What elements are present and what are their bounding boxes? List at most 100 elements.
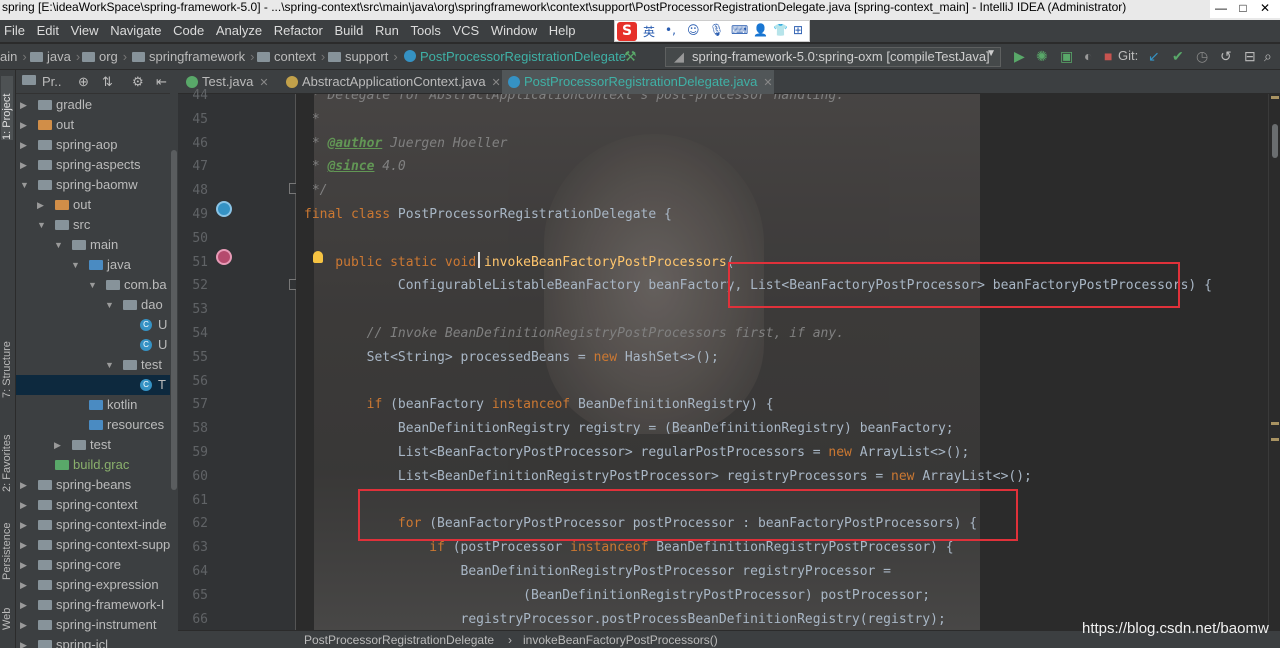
- vcs-update-icon[interactable]: ↙: [1148, 48, 1160, 65]
- menu-code[interactable]: Code: [169, 20, 208, 38]
- menu-build[interactable]: Build: [330, 20, 367, 38]
- debug-icon[interactable]: ✺: [1036, 48, 1048, 65]
- chevron-right-icon[interactable]: ▶: [20, 135, 27, 155]
- tree-item[interactable]: ▶ spring-beans: [16, 475, 178, 495]
- tree-item[interactable]: ▼ src: [16, 215, 178, 235]
- build-hammer-icon[interactable]: ⚒: [624, 48, 637, 65]
- chevron-right-icon[interactable]: ▶: [37, 195, 44, 215]
- chevron-right-icon[interactable]: ▶: [20, 155, 27, 175]
- tree-item[interactable]: ▼ java: [16, 255, 178, 275]
- run-configuration-select[interactable]: ◢ spring-framework-5.0:spring-oxm [compi…: [665, 47, 1001, 67]
- chevron-down-icon[interactable]: ▼: [20, 175, 29, 195]
- chevron-down-icon[interactable]: ▼: [37, 215, 46, 235]
- tool-tab-persistence[interactable]: Persistence: [1, 510, 13, 580]
- menu-view[interactable]: View: [67, 20, 103, 38]
- chevron-right-icon[interactable]: ▶: [20, 515, 27, 535]
- run-icon[interactable]: ▶: [1014, 48, 1025, 65]
- editor-right-scrollbar[interactable]: [1268, 94, 1280, 630]
- revert-icon[interactable]: ↺: [1220, 48, 1232, 65]
- chevron-right-icon[interactable]: ▶: [20, 535, 27, 555]
- tree-item[interactable]: CU: [16, 335, 178, 355]
- menu-help[interactable]: Help: [545, 20, 580, 38]
- coverage-icon[interactable]: ▣: [1060, 48, 1073, 65]
- stop-icon[interactable]: ■: [1104, 48, 1112, 64]
- vcs-commit-icon[interactable]: ✔: [1172, 48, 1184, 65]
- ime-emoji-icon[interactable]: ☺: [687, 23, 700, 37]
- project-view-select[interactable]: Pr..: [42, 74, 62, 89]
- tree-item[interactable]: ▶ spring-context-inde: [16, 515, 178, 535]
- tree-item[interactable]: CU: [16, 315, 178, 335]
- breadcrumb-module[interactable]: ain ›: [0, 49, 27, 64]
- tool-tab-structure[interactable]: 7: Structure: [1, 322, 13, 398]
- code-editor[interactable]: * Delegate for AbstractApplicationContex…: [296, 94, 1268, 630]
- chevron-right-icon[interactable]: ▶: [54, 435, 61, 455]
- hide-panel-icon[interactable]: ⇤: [156, 74, 167, 90]
- method-marker-icon[interactable]: [216, 249, 232, 265]
- editor-tab-abstract-application-context[interactable]: AbstractApplicationContext.java ✕: [280, 70, 501, 94]
- maximize-button[interactable]: □: [1232, 0, 1254, 16]
- ime-tools-icon[interactable]: ⊞: [793, 23, 803, 37]
- chevron-right-icon[interactable]: ▶: [20, 595, 27, 615]
- minimize-button[interactable]: —: [1210, 0, 1232, 16]
- menu-file[interactable]: File: [0, 20, 29, 38]
- footer-breadcrumb-method[interactable]: invokeBeanFactoryPostProcessors(): [523, 633, 718, 647]
- tree-item[interactable]: ▼ main: [16, 235, 178, 255]
- chevron-right-icon[interactable]: ▶: [20, 115, 27, 135]
- lightbulb-intention-icon[interactable]: [313, 251, 323, 263]
- footer-breadcrumb-class[interactable]: PostProcessorRegistrationDelegate: [304, 633, 494, 647]
- chevron-right-icon[interactable]: ▶: [20, 575, 27, 595]
- chevron-down-icon[interactable]: ▼: [105, 355, 114, 375]
- project-scrollbar[interactable]: [170, 70, 178, 648]
- menu-refactor[interactable]: Refactor: [270, 20, 327, 38]
- scrollbar-thumb[interactable]: [1272, 124, 1278, 158]
- close-tab-icon[interactable]: ✕: [492, 77, 501, 89]
- gear-icon[interactable]: ⚙: [132, 74, 144, 90]
- warning-stripe[interactable]: [1271, 422, 1279, 425]
- tree-item[interactable]: ▶ spring-aop: [16, 135, 178, 155]
- tree-item[interactable]: build.grac: [16, 455, 178, 475]
- tree-item[interactable]: ▶ spring-context-supp: [16, 535, 178, 555]
- ime-skin-icon[interactable]: 👕: [773, 23, 788, 37]
- tree-item[interactable]: ▶ out: [16, 115, 178, 135]
- menu-run[interactable]: Run: [371, 20, 403, 38]
- warning-stripe[interactable]: [1271, 96, 1279, 99]
- chevron-right-icon[interactable]: ▶: [20, 635, 27, 648]
- menu-edit[interactable]: Edit: [33, 20, 63, 38]
- tree-item[interactable]: ▶ spring-jcl: [16, 635, 178, 648]
- close-tab-icon[interactable]: ✕: [259, 77, 268, 89]
- tree-item[interactable]: ▼ dao: [16, 295, 178, 315]
- tree-item[interactable]: ▶ spring-core: [16, 555, 178, 575]
- profile-icon[interactable]: ◐: [1084, 48, 1092, 64]
- tree-item[interactable]: ▶ spring-context: [16, 495, 178, 515]
- close-tab-icon[interactable]: ✕: [763, 77, 772, 89]
- ime-user-icon[interactable]: 👤: [753, 23, 768, 37]
- chevron-right-icon[interactable]: ▶: [20, 615, 27, 635]
- ime-voice-icon[interactable]: 🎙: [709, 23, 724, 37]
- tree-item[interactable]: resources: [16, 415, 178, 435]
- close-button[interactable]: ✕: [1254, 0, 1276, 16]
- implemented-marker-icon[interactable]: [216, 201, 232, 217]
- tool-tab-project[interactable]: 1: Project: [1, 76, 13, 140]
- menu-navigate[interactable]: Navigate: [106, 20, 165, 38]
- tree-item[interactable]: ▶ gradle: [16, 95, 178, 115]
- menu-window[interactable]: Window: [487, 20, 541, 38]
- search-icon[interactable]: ⌕: [1264, 48, 1272, 65]
- tree-item[interactable]: CT: [16, 375, 178, 395]
- ime-mode-toggle[interactable]: 英: [643, 23, 655, 40]
- tree-item[interactable]: ▶ spring-aspects: [16, 155, 178, 175]
- tool-tab-web[interactable]: Web: [1, 600, 13, 630]
- tree-item[interactable]: ▶ spring-expression: [16, 575, 178, 595]
- tree-item[interactable]: ▶ out: [16, 195, 178, 215]
- chevron-down-icon[interactable]: ▼: [54, 235, 63, 255]
- chevron-down-icon[interactable]: ▼: [71, 255, 80, 275]
- scrollbar-thumb[interactable]: [171, 150, 177, 490]
- menu-tools[interactable]: Tools: [407, 20, 445, 38]
- breadcrumb-support[interactable]: support ›: [328, 49, 398, 64]
- breadcrumb-java[interactable]: java ›: [30, 49, 80, 64]
- history-icon[interactable]: ◷: [1196, 48, 1208, 65]
- chevron-down-icon[interactable]: ▼: [88, 275, 97, 295]
- breadcrumb-org[interactable]: org ›: [82, 49, 127, 64]
- collapse-all-icon[interactable]: ⇅: [102, 74, 113, 90]
- chevron-right-icon[interactable]: ▶: [20, 495, 27, 515]
- breadcrumb-context[interactable]: context ›: [257, 49, 325, 64]
